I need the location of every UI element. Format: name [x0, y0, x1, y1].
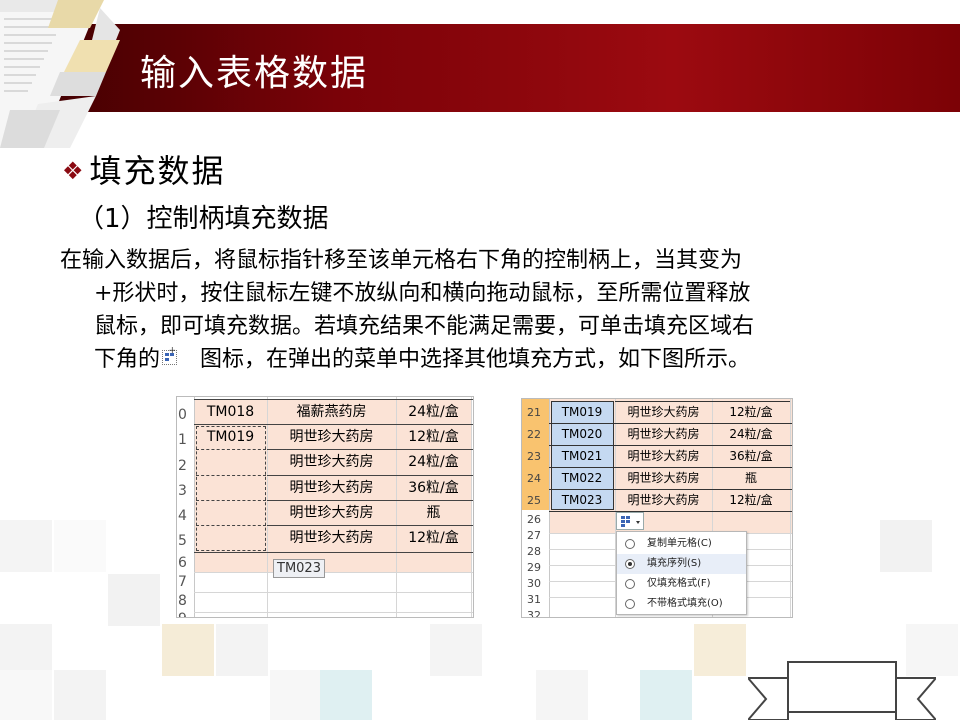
pharmacy-cell[interactable]: 明世珍大药房	[615, 468, 712, 489]
menu-item-label: 不带格式填充(O)	[647, 598, 723, 609]
row-number: 24	[527, 472, 541, 485]
row-number: 2	[178, 458, 187, 474]
spec-cell[interactable]: 36粒/盒	[396, 476, 471, 501]
spec-cell[interactable]: 12粒/盒	[396, 425, 471, 450]
menu-item-label: 复制单元格(C)	[647, 538, 712, 549]
fill-value-tooltip: TM023	[273, 559, 325, 578]
menu-item-label: 仅填充格式(F)	[647, 578, 711, 589]
row-number: 29	[527, 561, 541, 574]
section-heading-text: 填充数据	[89, 152, 226, 190]
row-number: 6	[178, 555, 187, 571]
row-number: 31	[527, 593, 541, 606]
row-number: 0	[178, 407, 187, 423]
spec-cell[interactable]: 24粒/盒	[712, 424, 790, 445]
code-cell[interactable]: TM021	[549, 446, 615, 467]
autofill-options-button[interactable]	[616, 512, 644, 530]
row-number: 9	[177, 611, 194, 617]
row-number: 1	[178, 432, 187, 448]
row-number: 22	[527, 428, 541, 441]
left-sheet-screenshot: 0 1 2 3 4 5 6 7 8 9 TM018 福薪燕药房 24粒/盒 TM…	[176, 396, 474, 618]
code-cell[interactable]: TM022	[549, 468, 615, 489]
paragraph-line-part: 下角的	[94, 347, 161, 372]
pharmacy-cell[interactable]: 明世珍大药房	[615, 446, 712, 467]
paragraph-line: 下角的 图标，在弹出的菜单中选择其他填充方式，如下图所示。	[60, 335, 910, 376]
paragraph-line: 鼠标，即可填充数据。若填充结果不能满足需要，可单击填充区域右	[94, 314, 755, 339]
row-number: 7	[178, 574, 187, 590]
autofill-options-icon	[162, 335, 178, 368]
row-number: 32	[527, 609, 541, 618]
spec-cell[interactable]: 24粒/盒	[396, 450, 471, 475]
drag-selection-row-line	[196, 525, 266, 526]
menu-item-fill-series[interactable]: 填充序列(S)	[617, 554, 746, 574]
paragraph-line-part: 图标，在弹出的菜单中选择其他填充方式，如下图所示。	[200, 347, 751, 372]
pharmacy-cell[interactable]: 福薪燕药房	[267, 400, 396, 425]
pharmacy-cell[interactable]: 明世珍大药房	[267, 476, 396, 501]
row-number: 27	[527, 529, 541, 542]
autofill-grid-icon	[621, 516, 640, 527]
paragraph-line: +形状时，按住鼠标左键不放纵向和横向拖动鼠标，至所需位置释放	[94, 281, 751, 306]
pharmacy-cell[interactable]: 明世珍大药房	[267, 526, 396, 551]
pharmacy-cell[interactable]: 明世珍大药房	[615, 490, 712, 511]
subsection-heading: （1）控制柄填充数据	[78, 204, 329, 234]
code-cell[interactable]: TM023	[549, 490, 615, 511]
menu-item-label: 填充序列(S)	[647, 558, 702, 569]
radio-icon	[625, 599, 635, 609]
diamond-bullet-icon: ❖	[62, 157, 86, 185]
row-number: 21	[527, 406, 541, 419]
instruction-paragraph: 在输入数据后，将鼠标指针移至该单元格右下角的控制柄上，当其变为 +形状时，按住鼠…	[60, 244, 910, 376]
spec-cell[interactable]: 12粒/盒	[712, 402, 790, 423]
pharmacy-cell[interactable]: 明世珍大药房	[267, 425, 396, 450]
drag-selection-outline	[196, 426, 266, 551]
code-cell[interactable]: TM020	[549, 424, 615, 445]
row-number: 28	[527, 545, 541, 558]
row-number: 3	[178, 483, 187, 499]
row-number: 23	[527, 450, 541, 463]
radio-icon	[625, 579, 635, 589]
ribbon-banner-icon	[748, 661, 936, 720]
autofill-options-menu: 复制单元格(C) 填充序列(S) 仅填充格式(F) 不带格式填充(O)	[616, 531, 747, 615]
pharmacy-cell[interactable]: 明世珍大药房	[267, 450, 396, 475]
row-number: 30	[527, 577, 541, 590]
menu-item-fill-formatting-only[interactable]: 仅填充格式(F)	[617, 574, 746, 594]
menu-item-copy-cells[interactable]: 复制单元格(C)	[617, 534, 746, 554]
code-cell[interactable]: TM018	[194, 400, 267, 425]
row-number: 26	[527, 513, 541, 526]
spec-cell[interactable]: 瓶	[396, 501, 471, 526]
code-cell[interactable]: TM019	[549, 402, 615, 423]
drag-selection-row-line	[196, 449, 266, 450]
pharmacy-cell[interactable]: 明世珍大药房	[615, 424, 712, 445]
spec-cell[interactable]: 24粒/盒	[396, 400, 471, 425]
spec-cell[interactable]: 瓶	[712, 468, 790, 489]
radio-icon	[625, 539, 635, 549]
row-number: 4	[178, 508, 187, 524]
drag-selection-row-line	[196, 475, 266, 476]
pharmacy-cell[interactable]: 明世珍大药房	[615, 402, 712, 423]
drag-selection-row-line	[196, 500, 266, 501]
section-heading: ❖ 填充数据	[62, 146, 226, 192]
paragraph-line: 在输入数据后，将鼠标指针移至该单元格右下角的控制柄上，当其变为	[60, 248, 743, 273]
radio-selected-icon	[625, 559, 635, 569]
spec-cell[interactable]: 12粒/盒	[712, 490, 790, 511]
page-title: 输入表格数据	[140, 53, 369, 94]
spec-cell[interactable]: 36粒/盒	[712, 446, 790, 467]
pharmacy-cell[interactable]: 明世珍大药房	[267, 501, 396, 526]
row-number: 5	[178, 533, 187, 549]
spreadsheet-thumbnail-icon	[0, 0, 120, 148]
row-number: 25	[527, 494, 541, 507]
spec-cell[interactable]: 12粒/盒	[396, 526, 471, 551]
row-number: 8	[178, 593, 187, 609]
menu-item-fill-without-formatting[interactable]: 不带格式填充(O)	[617, 594, 746, 614]
